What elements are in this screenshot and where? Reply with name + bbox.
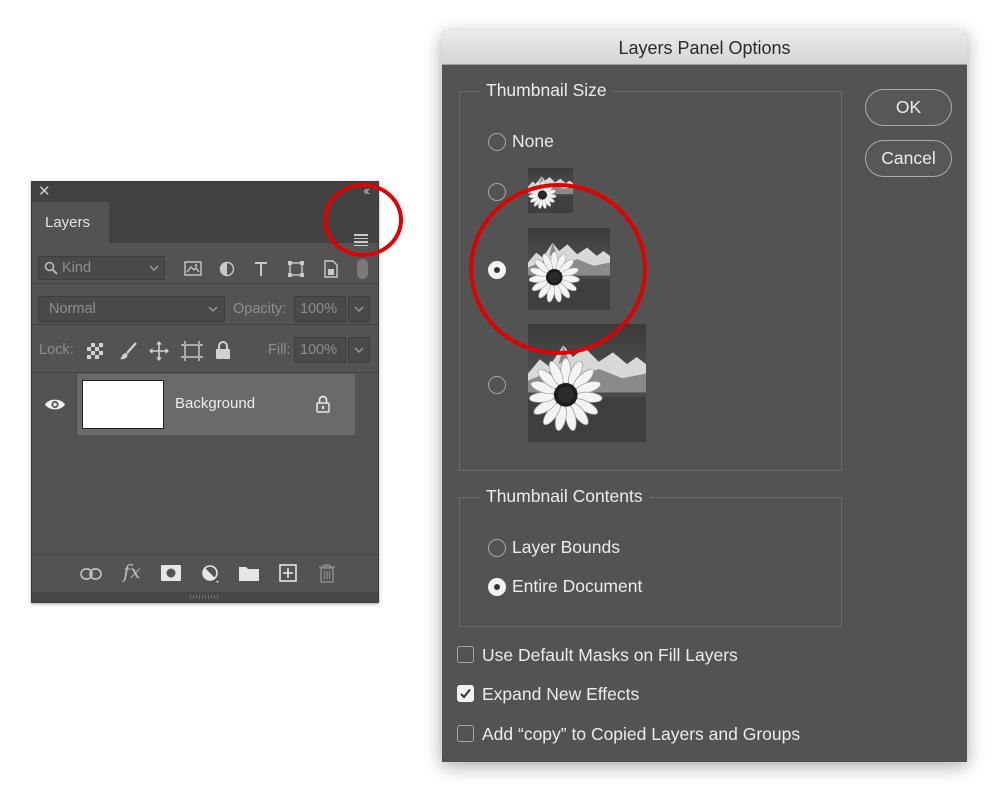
- default-masks-checkbox[interactable]: [457, 646, 474, 663]
- filter-toggle-switch[interactable]: [357, 259, 368, 279]
- expand-effects-label: Expand New Effects: [482, 684, 640, 704]
- expand-effects-checkbox[interactable]: [457, 685, 474, 702]
- lock-artboard-icon[interactable]: [181, 341, 203, 361]
- fill-dropdown[interactable]: [348, 337, 370, 363]
- opacity-field[interactable]: 100%: [294, 296, 346, 322]
- new-layer-icon[interactable]: [279, 564, 297, 582]
- default-masks-label: Use Default Masks on Fill Layers: [482, 645, 738, 665]
- dialog-title-bar: Layers Panel Options: [442, 31, 967, 65]
- grip-dots: [190, 595, 218, 599]
- eye-icon[interactable]: [44, 397, 66, 412]
- chevron-down-icon: [208, 306, 218, 312]
- folder-icon[interactable]: [239, 565, 259, 581]
- thumb-size-large-radio[interactable]: [488, 376, 506, 394]
- fill-value: 100%: [300, 342, 338, 358]
- lock-all-icon[interactable]: [215, 341, 231, 360]
- blend-row: Normal Opacity: 100%: [32, 284, 378, 325]
- lock-position-move-icon[interactable]: [149, 341, 169, 361]
- fill-label: Fill:: [268, 342, 291, 358]
- chevron-down-icon: [354, 347, 364, 353]
- fx-icon[interactable]: fx: [123, 561, 141, 583]
- layer-bounds-label: Layer Bounds: [512, 537, 620, 557]
- mask-icon[interactable]: [161, 565, 181, 581]
- highlight-circle-medium-thumbnail: [469, 183, 647, 355]
- chevron-down-icon: [354, 306, 364, 312]
- layer-bounds-radio[interactable]: [488, 539, 506, 557]
- opacity-label: Opacity:: [233, 301, 287, 317]
- lock-pixels-brush-icon[interactable]: [119, 341, 139, 361]
- opacity-dropdown[interactable]: [348, 296, 370, 322]
- thumbnail-contents-group: [459, 497, 842, 627]
- dialog-title: Layers Panel Options: [618, 38, 791, 58]
- trash-icon[interactable]: [319, 564, 335, 583]
- filter-kind-label: Kind: [62, 260, 92, 276]
- layer-thumbnail: [82, 380, 164, 429]
- filter-row: Kind: [32, 243, 378, 284]
- layers-panel: ✕ ‹‹ Layers Kind Normal Opacity: 100% Lo…: [31, 181, 379, 603]
- blend-mode-select[interactable]: Normal: [38, 296, 225, 322]
- panel-title-bar: ✕ ‹‹: [32, 182, 378, 202]
- layers-panel-options-dialog: Layers Panel Options Thumbnail Size None…: [442, 31, 967, 762]
- layer-lock-icon: [316, 395, 330, 413]
- pixel-filter-icon[interactable]: [184, 261, 202, 276]
- add-copy-checkbox[interactable]: [457, 725, 474, 742]
- shape-filter-icon[interactable]: [287, 260, 305, 278]
- thumbnail-size-legend: Thumbnail Size: [480, 80, 613, 100]
- add-copy-label: Add “copy” to Copied Layers and Groups: [482, 724, 801, 744]
- search-icon: [44, 261, 58, 275]
- link-icon[interactable]: [80, 568, 102, 580]
- highlight-circle-panel-menu: [323, 183, 403, 257]
- thumb-size-none-radio[interactable]: [488, 133, 506, 151]
- ok-button[interactable]: OK: [865, 89, 952, 126]
- entire-document-radio[interactable]: [488, 578, 506, 596]
- lock-label: Lock:: [39, 342, 74, 358]
- resize-grip[interactable]: [32, 592, 378, 602]
- adjustment-filter-icon[interactable]: [219, 261, 235, 277]
- filter-kind-select[interactable]: Kind: [38, 256, 165, 280]
- thumbnail-contents-legend: Thumbnail Contents: [480, 486, 649, 506]
- fill-field[interactable]: 100%: [294, 337, 346, 363]
- entire-document-label: Entire Document: [512, 576, 643, 596]
- opacity-value: 100%: [300, 301, 338, 317]
- tab-layers[interactable]: Layers: [32, 202, 109, 243]
- close-icon[interactable]: ✕: [38, 183, 51, 201]
- smart-object-filter-icon[interactable]: [323, 260, 339, 278]
- panel-footer: fx: [32, 554, 378, 592]
- thumb-size-small-radio[interactable]: [488, 183, 506, 201]
- lock-transparency-icon[interactable]: [87, 343, 103, 359]
- adjustment-layer-icon[interactable]: [201, 564, 221, 584]
- layer-row[interactable]: Background: [32, 374, 355, 435]
- cancel-button[interactable]: Cancel: [865, 140, 952, 177]
- blend-mode-value: Normal: [49, 301, 96, 317]
- lock-row: Lock: Fill: 100%: [32, 325, 378, 373]
- thumb-size-none-label: None: [512, 131, 554, 151]
- type-filter-icon[interactable]: [253, 261, 269, 277]
- checkmark-icon: [460, 688, 471, 699]
- layer-name: Background: [175, 395, 256, 412]
- chevron-down-icon: [149, 265, 159, 271]
